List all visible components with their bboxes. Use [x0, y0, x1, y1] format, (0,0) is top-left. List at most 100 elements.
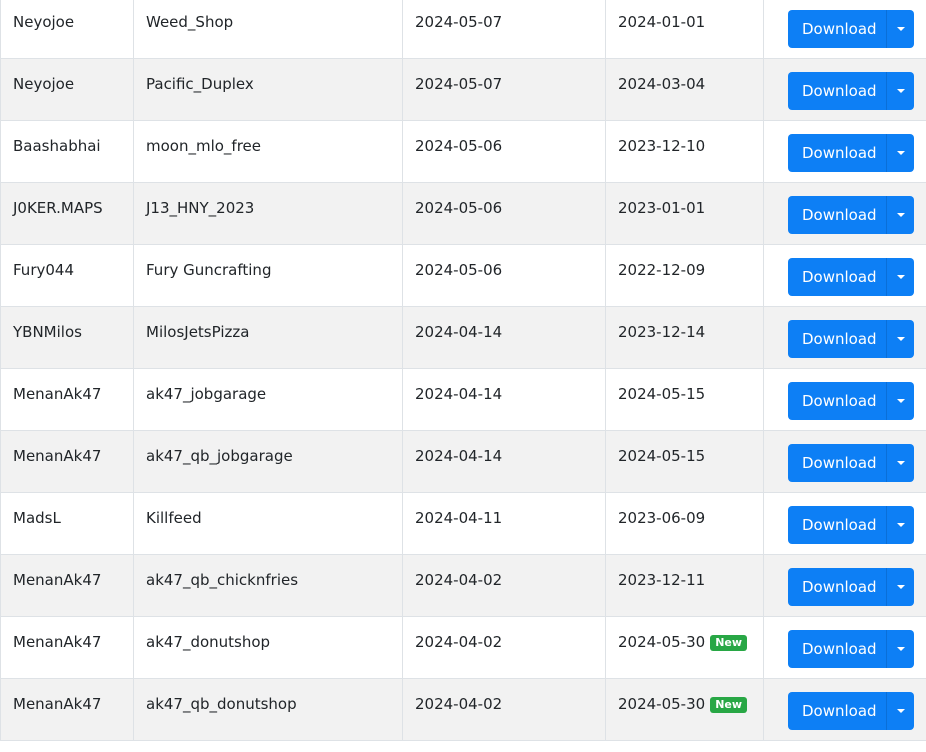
action-cell: Download: [763, 554, 926, 617]
download-button-group: Download: [788, 692, 914, 730]
download-dropdown-toggle[interactable]: [886, 196, 914, 234]
updated-date-cell: 2023-01-01: [605, 182, 764, 245]
updated-date-cell-text: 2022-12-09: [618, 261, 706, 279]
author-cell-text: J0KER.MAPS: [13, 199, 103, 217]
caret-down-icon: [896, 337, 905, 341]
resource-name-cell: ak47_jobgarage: [133, 368, 403, 431]
download-button[interactable]: Download: [788, 10, 886, 48]
added-date-cell: 2024-05-06: [402, 120, 606, 183]
added-date-cell-text: 2024-04-02: [415, 633, 503, 651]
updated-date-cell-text: 2024-03-04: [618, 75, 706, 93]
download-button-group: Download: [788, 258, 914, 296]
author-cell-text: MenanAk47: [13, 447, 102, 465]
updated-date-cell-text: 2023-01-01: [618, 199, 706, 217]
resource-name-cell: moon_mlo_free: [133, 120, 403, 183]
resource-name-cell: ak47_qb_jobgarage: [133, 430, 403, 493]
added-date-cell-text: 2024-04-11: [415, 509, 503, 527]
updated-date-cell-text: 2024-05-15: [618, 385, 706, 403]
download-button[interactable]: Download: [788, 320, 886, 358]
download-button[interactable]: Download: [788, 72, 886, 110]
download-button-group: Download: [788, 320, 914, 358]
updated-date-cell-text: 2023-12-11: [618, 571, 706, 589]
download-dropdown-toggle[interactable]: [886, 320, 914, 358]
download-dropdown-toggle[interactable]: [886, 10, 914, 48]
resource-name-cell: Pacific_Duplex: [133, 58, 403, 121]
action-cell: Download: [763, 120, 926, 183]
download-button[interactable]: Download: [788, 506, 886, 544]
resource-name-cell: J13_HNY_2023: [133, 182, 403, 245]
author-cell: MenanAk47: [0, 554, 134, 617]
author-cell: MenanAk47: [0, 678, 134, 741]
added-date-cell-text: 2024-04-14: [415, 447, 503, 465]
download-button-group: Download: [788, 630, 914, 668]
table-row: MenanAk47 ak47_jobgarage 2024-04-14 2024-05…: [0, 368, 926, 431]
resource-name-cell: ak47_donutshop: [133, 616, 403, 679]
download-dropdown-toggle[interactable]: [886, 568, 914, 606]
download-dropdown-toggle[interactable]: [886, 506, 914, 544]
download-button[interactable]: Download: [788, 382, 886, 420]
added-date-cell-text: 2024-05-06: [415, 199, 503, 217]
resource-name-cell-text: Weed_Shop: [146, 13, 234, 31]
added-date-cell-text: 2024-05-07: [415, 75, 503, 93]
added-date-cell-text: 2024-05-06: [415, 137, 503, 155]
download-button[interactable]: Download: [788, 568, 886, 606]
action-cell: Download: [763, 182, 926, 245]
download-dropdown-toggle[interactable]: [886, 72, 914, 110]
added-date-cell: 2024-05-06: [402, 244, 606, 307]
download-button-group: Download: [788, 196, 914, 234]
download-button-group: Download: [788, 444, 914, 482]
download-button[interactable]: Download: [788, 134, 886, 172]
table-row: Fury044 Fury Guncrafting 2024-05-06 2022-12…: [0, 244, 926, 307]
author-cell-text: MenanAk47: [13, 571, 102, 589]
author-cell-text: MenanAk47: [13, 385, 102, 403]
caret-down-icon: [896, 523, 905, 527]
author-cell: J0KER.MAPS: [0, 182, 134, 245]
author-cell: MenanAk47: [0, 616, 134, 679]
action-cell: Download: [763, 0, 926, 59]
added-date-cell-text: 2024-05-07: [415, 13, 503, 31]
table-row: J0KER.MAPS J13_HNY_2023 2024-05-06 2023-01-…: [0, 182, 926, 245]
resource-name-cell: MilosJetsPizza: [133, 306, 403, 369]
caret-down-icon: [896, 213, 905, 217]
resource-name-cell: Fury Guncrafting: [133, 244, 403, 307]
resource-name-cell-text: ak47_qb_chicknfries: [146, 571, 299, 589]
author-cell-text: Baashabhai: [13, 137, 101, 155]
author-cell: MadsL: [0, 492, 134, 555]
author-cell-text: Neyojoe: [13, 13, 75, 31]
resource-name-cell-text: J13_HNY_2023: [146, 199, 255, 217]
download-dropdown-toggle[interactable]: [886, 258, 914, 296]
download-dropdown-toggle[interactable]: [886, 444, 914, 482]
added-date-cell: 2024-05-06: [402, 182, 606, 245]
updated-date-cell-text: 2024-01-01: [618, 13, 706, 31]
download-button-group: Download: [788, 382, 914, 420]
resource-name-cell-text: ak47_donutshop: [146, 633, 271, 651]
resource-name-cell: Killfeed: [133, 492, 403, 555]
resource-name-cell: Weed_Shop: [133, 0, 403, 59]
download-dropdown-toggle[interactable]: [886, 382, 914, 420]
download-button[interactable]: Download: [788, 258, 886, 296]
action-cell: Download: [763, 616, 926, 679]
updated-date-cell: 2022-12-09: [605, 244, 764, 307]
table-row: Baashabhai moon_mlo_free 2024-05-06 2023-12…: [0, 120, 926, 183]
resource-name-cell-text: ak47_qb_jobgarage: [146, 447, 293, 465]
action-cell: Download: [763, 306, 926, 369]
new-badge: New: [710, 635, 748, 651]
caret-down-icon: [896, 585, 905, 589]
author-cell: Baashabhai: [0, 120, 134, 183]
download-button[interactable]: Download: [788, 692, 886, 730]
download-dropdown-toggle[interactable]: [886, 630, 914, 668]
updated-date-cell: 2024-05-30 New: [605, 616, 764, 679]
download-button[interactable]: Download: [788, 196, 886, 234]
added-date-cell-text: 2024-04-14: [415, 385, 503, 403]
updated-date-cell: 2024-03-04: [605, 58, 764, 121]
caret-down-icon: [896, 461, 905, 465]
resource-name-cell-text: Killfeed: [146, 509, 202, 527]
caret-down-icon: [896, 89, 905, 93]
download-dropdown-toggle[interactable]: [886, 134, 914, 172]
added-date-cell: 2024-04-02: [402, 554, 606, 617]
download-dropdown-toggle[interactable]: [886, 692, 914, 730]
download-button[interactable]: Download: [788, 630, 886, 668]
download-button[interactable]: Download: [788, 444, 886, 482]
author-cell-text: Fury044: [13, 261, 74, 279]
author-cell: Neyojoe: [0, 58, 134, 121]
